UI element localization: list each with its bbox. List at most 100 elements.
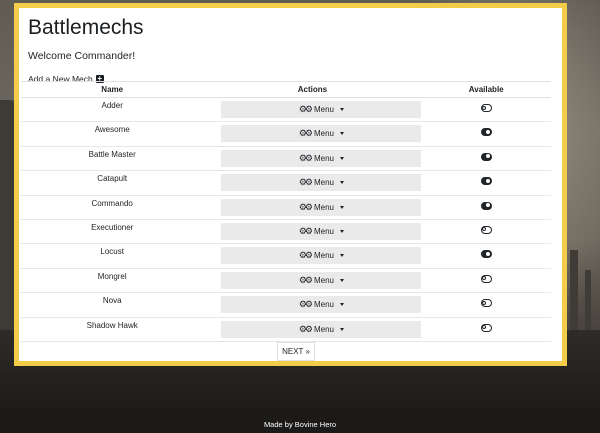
cogs-icon: ⚙⚙: [298, 128, 313, 139]
caret-down-icon: [339, 108, 344, 111]
mech-name-cell: Commando: [21, 195, 204, 220]
column-header-available: Available: [421, 81, 551, 98]
menu-button[interactable]: ⚙⚙ Menu: [221, 149, 422, 167]
table-row: Commando ⚙⚙ Menu: [21, 195, 551, 220]
caret-down-icon: [339, 132, 344, 136]
menu-button[interactable]: ⚙⚙ Menu: [221, 320, 422, 338]
menu-button[interactable]: ⚙⚙ Menu: [221, 101, 422, 118]
menu-label: Menu: [313, 153, 334, 163]
menu-label: Menu: [313, 202, 334, 212]
menu-button[interactable]: ⚙⚙ Menu: [221, 198, 422, 216]
available-cell: [421, 268, 551, 294]
mech-name-cell: Catapult: [21, 170, 204, 196]
menu-label: Menu: [313, 324, 334, 334]
caret-down-icon: [339, 181, 344, 185]
mech-name: Battle Master: [88, 149, 136, 159]
actions-cell: ⚙⚙ Menu: [203, 219, 422, 245]
table-row: Battle Master ⚙⚙ Menu: [21, 146, 551, 172]
available-cell: [421, 121, 551, 147]
menu-button[interactable]: ⚙⚙ Menu: [221, 296, 422, 314]
caret-down-icon: [339, 156, 344, 160]
table-header-row: Name Actions Available: [21, 81, 551, 98]
cogs-icon: ⚙⚙: [298, 250, 313, 261]
availability-toggle-icon[interactable]: [480, 177, 492, 186]
table-row: Mongrel ⚙⚙ Menu: [21, 268, 551, 294]
mech-name: Commando: [91, 198, 133, 208]
actions-cell: ⚙⚙ Menu: [203, 317, 422, 342]
availability-toggle-icon[interactable]: [480, 104, 492, 112]
mech-name: Executioner: [91, 222, 134, 232]
mech-name: Awesome: [94, 125, 130, 135]
mech-name-cell: Adder: [21, 97, 204, 123]
mech-name: Mongrel: [97, 271, 127, 281]
mech-name-cell: Nova: [21, 292, 204, 318]
cogs-icon: ⚙⚙: [298, 152, 313, 163]
caret-down-icon: [339, 254, 344, 258]
availability-toggle-icon[interactable]: [480, 152, 492, 161]
table-row: Executioner ⚙⚙ Menu: [21, 219, 551, 245]
menu-label: Menu: [313, 178, 334, 188]
next-page-button[interactable]: NEXT »: [277, 342, 315, 361]
actions-cell: ⚙⚙ Menu: [203, 292, 422, 318]
table-row: Catapult ⚙⚙ Menu: [21, 170, 551, 196]
actions-cell: ⚙⚙ Menu: [203, 195, 422, 220]
availability-toggle-icon[interactable]: [480, 250, 492, 259]
availability-toggle-icon[interactable]: [480, 225, 492, 234]
menu-label: Menu: [313, 105, 334, 114]
cogs-icon: ⚙⚙: [298, 225, 313, 236]
mech-name: Nova: [102, 296, 122, 306]
cogs-icon: ⚙⚙: [298, 299, 313, 310]
menu-label: Menu: [313, 251, 334, 261]
menu-label: Menu: [313, 275, 334, 285]
available-cell: [421, 292, 551, 318]
mech-name: Adder: [101, 101, 123, 110]
menu-label: Menu: [313, 129, 334, 139]
available-cell: [421, 243, 551, 269]
table-row: Awesome ⚙⚙ Menu: [21, 121, 551, 147]
availability-toggle-icon[interactable]: [480, 274, 492, 283]
availability-toggle-icon[interactable]: [480, 128, 492, 137]
mech-name-cell: Shadow Hawk: [21, 317, 204, 342]
welcome-message: Welcome Commander!: [28, 50, 136, 62]
main-card: Battlemechs Welcome Commander! Add a New…: [14, 3, 567, 366]
menu-label: Menu: [313, 226, 334, 236]
cogs-icon: ⚙⚙: [298, 201, 313, 212]
menu-button[interactable]: ⚙⚙ Menu: [221, 125, 422, 143]
available-cell: [421, 97, 551, 123]
mech-name-cell: Locust: [21, 243, 204, 269]
available-cell: [421, 195, 551, 220]
page-title: Battlemechs: [28, 16, 144, 39]
footer: Made by Bovine Hero: [0, 410, 600, 433]
mech-name: Locust: [100, 247, 124, 257]
availability-toggle-icon[interactable]: [480, 323, 492, 332]
availability-toggle-icon[interactable]: [480, 299, 492, 308]
table-row: Shadow Hawk ⚙⚙ Menu: [21, 317, 551, 342]
actions-cell: ⚙⚙ Menu: [203, 121, 422, 147]
menu-button[interactable]: ⚙⚙ Menu: [221, 174, 422, 192]
actions-cell: ⚙⚙ Menu: [203, 243, 422, 269]
actions-cell: ⚙⚙ Menu: [203, 97, 422, 123]
next-label: NEXT: [282, 347, 304, 356]
actions-cell: ⚙⚙ Menu: [203, 146, 422, 172]
actions-cell: ⚙⚙ Menu: [203, 170, 422, 196]
menu-button[interactable]: ⚙⚙ Menu: [221, 247, 422, 265]
column-header-actions: Actions: [203, 81, 422, 98]
cogs-icon: ⚙⚙: [298, 274, 313, 285]
table-row: Locust ⚙⚙ Menu: [21, 243, 551, 269]
mech-name-cell: Executioner: [21, 219, 204, 245]
caret-down-icon: [339, 229, 344, 233]
availability-toggle-icon[interactable]: [480, 201, 492, 210]
menu-button[interactable]: ⚙⚙ Menu: [221, 271, 422, 289]
menu-button[interactable]: ⚙⚙ Menu: [221, 222, 422, 240]
mech-name: Catapult: [97, 174, 128, 184]
table-row: Adder ⚙⚙ Menu: [21, 97, 551, 123]
table-row: Nova ⚙⚙ Menu: [21, 292, 551, 318]
caret-down-icon: [339, 278, 344, 282]
caret-down-icon: [339, 303, 344, 307]
available-cell: [421, 146, 551, 172]
actions-cell: ⚙⚙ Menu: [203, 268, 422, 294]
available-cell: [421, 170, 551, 196]
mech-name-cell: Battle Master: [21, 146, 204, 172]
column-header-name: Name: [21, 81, 204, 98]
mechs-table: Name Actions Available Adder ⚙⚙ Menu Awe…: [21, 81, 551, 342]
